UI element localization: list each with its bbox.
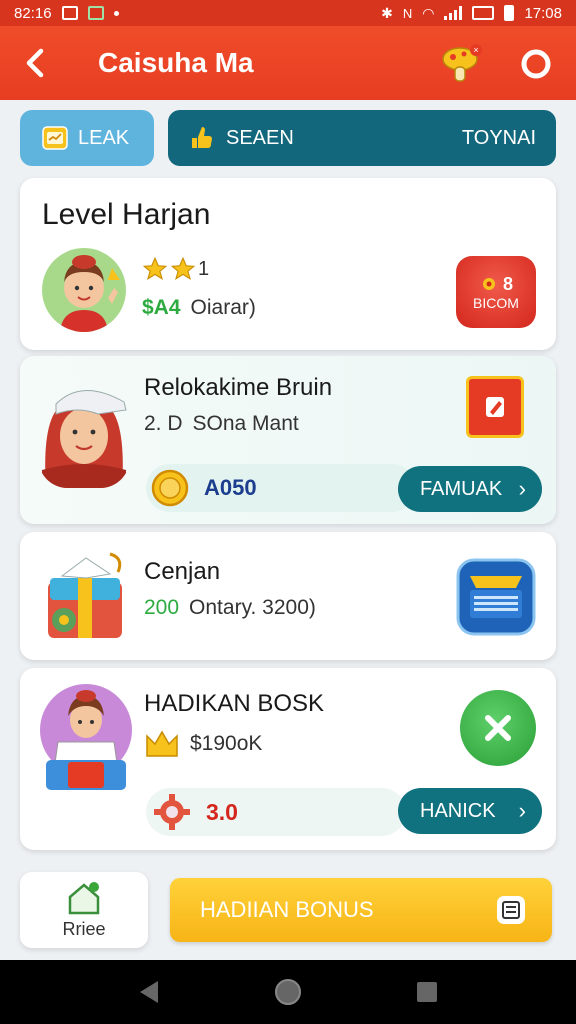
bonus-button-label: HADIIAN BONUS [200,897,374,922]
back-triangle-icon[interactable] [136,978,162,1006]
back-arrow-icon [26,48,44,78]
close-icon [485,715,511,741]
svg-text:×: × [473,45,478,55]
coin-value: A050 [204,475,257,500]
circle-icon [521,49,551,79]
reward-card-title: Relokakime Bruin [144,374,333,401]
gear-icon [482,278,495,290]
dot-icon [113,10,119,16]
recents-square-icon[interactable] [414,979,440,1005]
hadikan-card-title: HADIKAN BOSK [144,690,325,717]
mushroom-icon[interactable]: × [440,42,484,86]
level-card-value: $A4 Oiarar) [142,296,256,320]
back-button[interactable] [0,26,70,100]
status-time-right: 17:08 [524,4,562,22]
avatar [42,248,126,332]
status-time-left: 82:16 [14,4,52,22]
hanick-button[interactable]: HANICK › [398,788,542,834]
bicom-badge[interactable]: 8 BICOM [456,256,536,328]
star-icon [170,256,196,280]
badge-top: 8 [502,273,513,294]
document-icon [497,896,525,924]
gear-value-row: 3.0 [146,788,406,836]
tab-season-label: SEAEN [226,126,294,149]
chart-card-icon [42,126,68,150]
chevron-right-icon: › [518,798,526,823]
battery-saver-icon [472,6,495,20]
reader-avatar [38,682,134,794]
chevron-right-icon: › [518,476,526,501]
sub-num: 2. D [144,412,183,435]
house-icon [68,881,100,914]
home-circle-icon[interactable] [273,977,303,1007]
gift-card[interactable]: Cenjan 200 Ontary. 3200) [20,532,556,660]
badge-text: BICOM [473,294,519,311]
famuak-button-label: FAMUAK [420,477,503,500]
sub-green: 200 [144,596,180,619]
battery-icon [504,5,515,21]
gift-card-sub: 200 Ontary. 3200) [144,596,316,620]
value-text: Oiarar) [190,296,256,319]
value-green: $A4 [142,296,181,319]
gift-card-title: Cenjan [144,558,221,585]
home-button[interactable]: Rriee [20,872,148,948]
tab-season-right-label: TOYNAI [461,126,536,149]
record-button[interactable] [516,44,556,84]
tab-season[interactable]: SEAEN TOYNAI [168,110,556,166]
level-card-title: Level Harjan [42,198,211,231]
avatar [38,370,130,488]
tab-leak-label: LEAK [78,126,130,149]
star-rating: 1 [142,256,209,282]
system-nav-bar [0,960,576,1024]
page-title: Caisuha Ma [98,47,254,78]
chest-icon[interactable] [456,556,536,638]
reward-card-sub: 2. D SOna Mant [144,412,299,436]
crown-icon [146,730,178,757]
red-value: 3.0 [206,798,238,825]
signal-type-icon: N [402,5,413,21]
reward-card[interactable]: Relokakime Bruin 2. D SOna Mant A050 FAM… [20,356,556,524]
status-bar: 82:16 ✱ N ◠ 17:08 [0,0,576,26]
sub-text: SOna Mant [192,412,299,435]
famuak-button[interactable]: FAMUAK › [398,466,542,512]
hadikan-check-button[interactable] [460,690,536,766]
sub-text: Ontary. 3200) [189,596,316,619]
app-bar: Caisuha Ma × [0,26,576,100]
level-card[interactable]: Level Harjan 1 $A4 Oiarar) 8 BICOM [20,178,556,350]
bluetooth-icon: ✱ [381,4,393,21]
gift-box-icon [40,548,132,644]
notification-icon [61,6,78,20]
thumbs-up-icon [192,127,212,148]
coin-row: A050 [146,464,416,512]
wifi-icon: ◠ [422,4,435,21]
tab-leak[interactable]: LEAK [20,110,154,166]
home-button-label: Rriee [62,918,106,939]
hadiian-bonus-button[interactable]: HADIIAN BONUS [170,878,552,942]
hadikan-card-sub: $190oK [144,728,262,760]
edit-badge[interactable] [466,376,524,438]
coin-icon [151,469,189,507]
cellular-signal-icon [444,6,463,20]
star-icon [142,256,168,280]
hanick-button-label: HANICK [420,799,496,822]
stars-suffix: 1 [198,257,210,280]
pencil-icon [486,397,504,417]
hadikan-card[interactable]: HADIKAN BOSK $190oK 3.0 HANICK › [20,668,556,850]
sub-text: $190oK [190,732,263,755]
gear-icon [154,794,190,830]
app-notification-icon [87,6,104,20]
